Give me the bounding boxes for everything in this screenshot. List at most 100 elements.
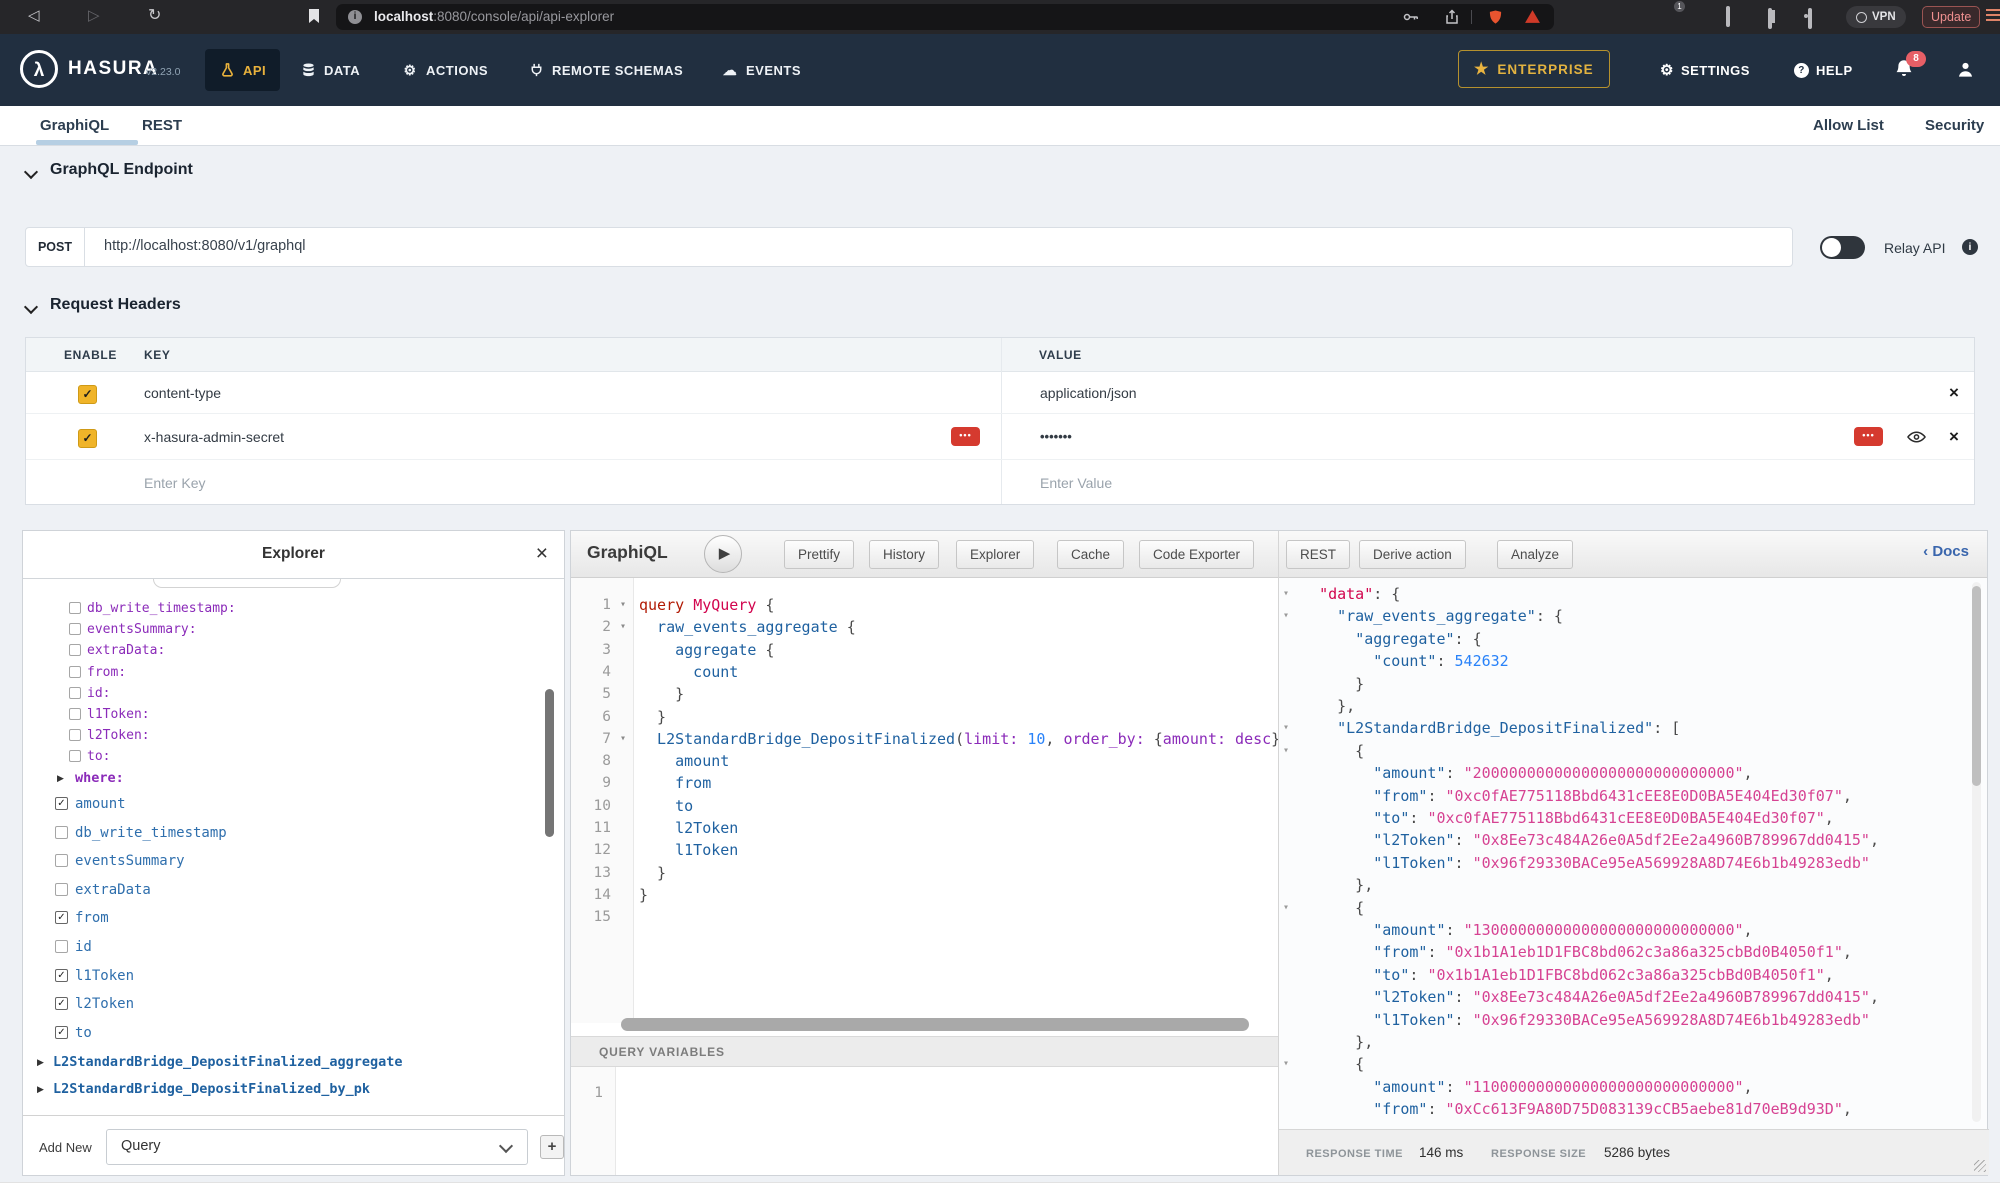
toolbar-button-analyze[interactable]: Analyze — [1497, 540, 1573, 569]
forward-icon[interactable]: ▷ — [88, 6, 100, 26]
arg-checkbox[interactable] — [69, 687, 81, 699]
expand-arrow-icon[interactable]: ▶ — [37, 1057, 44, 1068]
field-checkbox[interactable]: ✓ — [55, 969, 68, 982]
info-icon[interactable]: i — [1962, 239, 1978, 255]
chevron-down-icon[interactable] — [24, 300, 38, 314]
account-button[interactable] — [1956, 60, 1975, 84]
close-icon[interactable]: × — [536, 540, 548, 568]
menu-icon[interactable] — [1986, 9, 2000, 24]
help-button[interactable]: ? HELP — [1794, 34, 1853, 106]
site-info-icon[interactable]: i — [348, 10, 362, 24]
key-icon[interactable] — [1402, 9, 1419, 30]
toolbar-button-derive-action[interactable]: Derive action — [1359, 540, 1466, 569]
fold-arrow-icon[interactable]: ▾ — [620, 728, 626, 750]
fold-arrow-icon[interactable]: ▾ — [1283, 740, 1289, 762]
field-checkbox[interactable]: ✓ — [55, 1026, 68, 1039]
add-operation-button[interactable]: + — [540, 1135, 564, 1159]
relay-api-toggle[interactable] — [1820, 236, 1865, 259]
arg-checkbox[interactable] — [69, 666, 81, 678]
chevron-down-icon[interactable] — [24, 165, 38, 179]
http-method-chip[interactable]: POST — [26, 228, 85, 266]
operation-type-select[interactable]: Query — [106, 1129, 528, 1165]
execute-query-button[interactable]: ▶ — [704, 535, 742, 573]
value-input[interactable]: Enter Value — [1040, 475, 1112, 491]
sidebar-toggle-icon[interactable] — [1768, 10, 1772, 28]
query-variables-editor[interactable]: 1 — [571, 1067, 1278, 1175]
key-input[interactable]: Enter Key — [144, 475, 205, 491]
nav-item-events[interactable]: ☁EVENTS — [722, 34, 801, 106]
url-bar[interactable]: i localhost:8080/console/api/api-explore… — [336, 4, 1554, 30]
arg-checkbox[interactable] — [69, 644, 81, 656]
explorer-scrollbar[interactable] — [545, 689, 554, 837]
toolbar-button-history[interactable]: History — [869, 540, 939, 569]
toolbar-button-rest[interactable]: REST — [1286, 540, 1350, 569]
wallet-icon[interactable] — [1808, 10, 1812, 28]
arg-checkbox[interactable] — [69, 729, 81, 741]
arg-checkbox[interactable] — [69, 623, 81, 635]
field-checkbox[interactable]: ✓ — [55, 997, 68, 1010]
link-security[interactable]: Security — [1925, 117, 1984, 134]
header-value[interactable]: application/json — [1040, 385, 1137, 401]
arg-checkbox[interactable] — [69, 602, 81, 614]
nav-item-remote-schemas[interactable]: REMOTE SCHEMAS — [528, 34, 683, 106]
field-checkbox[interactable]: ✓ — [55, 797, 68, 810]
fold-arrow-icon[interactable]: ▾ — [1283, 583, 1289, 605]
fold-arrow-icon[interactable]: ▾ — [620, 594, 626, 616]
field-checkbox[interactable] — [55, 883, 68, 896]
nav-item-data[interactable]: DATA — [300, 34, 360, 106]
arg-checkbox[interactable] — [69, 708, 81, 720]
arg-checkbox[interactable] — [69, 750, 81, 762]
share-icon[interactable] — [1444, 9, 1460, 30]
toolbar-button-cache[interactable]: Cache — [1057, 540, 1124, 569]
update-button[interactable]: Update — [1922, 6, 1980, 28]
field-checkbox[interactable]: ✓ — [55, 911, 68, 924]
query-variables-bar[interactable]: QUERY VARIABLES — [571, 1036, 1278, 1067]
tab-graphiql[interactable]: GraphiQL — [40, 117, 109, 134]
vpn-button[interactable]: VPN — [1846, 6, 1906, 28]
eye-icon[interactable] — [1907, 430, 1926, 448]
field-checkbox[interactable] — [55, 826, 68, 839]
nav-item-api[interactable]: API — [205, 49, 280, 91]
extension-icon[interactable] — [1726, 8, 1730, 26]
password-manager-icon[interactable]: ••• — [1854, 427, 1883, 446]
editor-horizontal-scrollbar[interactable] — [621, 1018, 1249, 1031]
notifications-button[interactable]: 8 — [1894, 58, 1920, 84]
back-icon[interactable]: ◁ — [28, 6, 40, 26]
enable-checkbox[interactable]: ✓ — [78, 385, 97, 404]
toolbar-button-prettify[interactable]: Prettify — [784, 540, 854, 569]
expand-arrow-icon[interactable]: ▶ — [37, 1084, 44, 1095]
resize-handle-icon[interactable] — [1974, 1160, 1986, 1172]
tab-rest[interactable]: REST — [142, 117, 182, 134]
expand-arrow-icon[interactable]: ▶ — [57, 773, 64, 784]
nav-item-actions[interactable]: ⚙ACTIONS — [402, 34, 488, 106]
header-key[interactable]: content-type — [144, 385, 221, 401]
field-checkbox[interactable] — [55, 854, 68, 867]
link-allow-list[interactable]: Allow List — [1813, 117, 1884, 134]
toolbar-button-code-exporter[interactable]: Code Exporter — [1139, 540, 1254, 569]
fold-arrow-icon[interactable]: ▾ — [1283, 897, 1289, 919]
fold-arrow-icon[interactable]: ▾ — [1283, 1053, 1289, 1075]
docs-button[interactable]: ‹ Docs — [1923, 543, 1969, 560]
fold-arrow-icon[interactable]: ▾ — [1283, 717, 1289, 739]
fold-arrow-icon[interactable]: ▾ — [620, 616, 626, 638]
settings-button[interactable]: ⚙ SETTINGS — [1660, 34, 1750, 106]
password-manager-icon[interactable]: ••• — [951, 427, 980, 446]
url-text: localhost:8080/console/api/api-explorer — [374, 9, 614, 24]
response-scrollbar-thumb[interactable] — [1972, 586, 1981, 786]
warning-triangle-icon[interactable] — [1524, 9, 1541, 29]
toolbar-button-explorer[interactable]: Explorer — [956, 540, 1034, 569]
enable-checkbox[interactable]: ✓ — [78, 429, 97, 448]
reload-icon[interactable]: ↻ — [148, 6, 161, 26]
response-size-label: RESPONSE SIZE — [1491, 1148, 1586, 1160]
bookmark-icon[interactable] — [308, 8, 320, 29]
header-value[interactable]: ••••••• — [1040, 429, 1072, 444]
enterprise-button[interactable]: ★ ENTERPRISE — [1458, 50, 1610, 88]
shield-icon[interactable] — [1488, 9, 1503, 30]
remove-header-icon[interactable]: × — [1949, 384, 1959, 401]
remove-header-icon[interactable]: × — [1949, 428, 1959, 445]
hasura-logo[interactable]: λ — [20, 50, 58, 88]
header-key[interactable]: x-hasura-admin-secret — [144, 429, 284, 445]
fold-arrow-icon[interactable]: ▾ — [1283, 605, 1289, 627]
field-checkbox[interactable] — [55, 940, 68, 953]
endpoint-url-input[interactable]: http://localhost:8080/v1/graphql — [104, 238, 306, 254]
